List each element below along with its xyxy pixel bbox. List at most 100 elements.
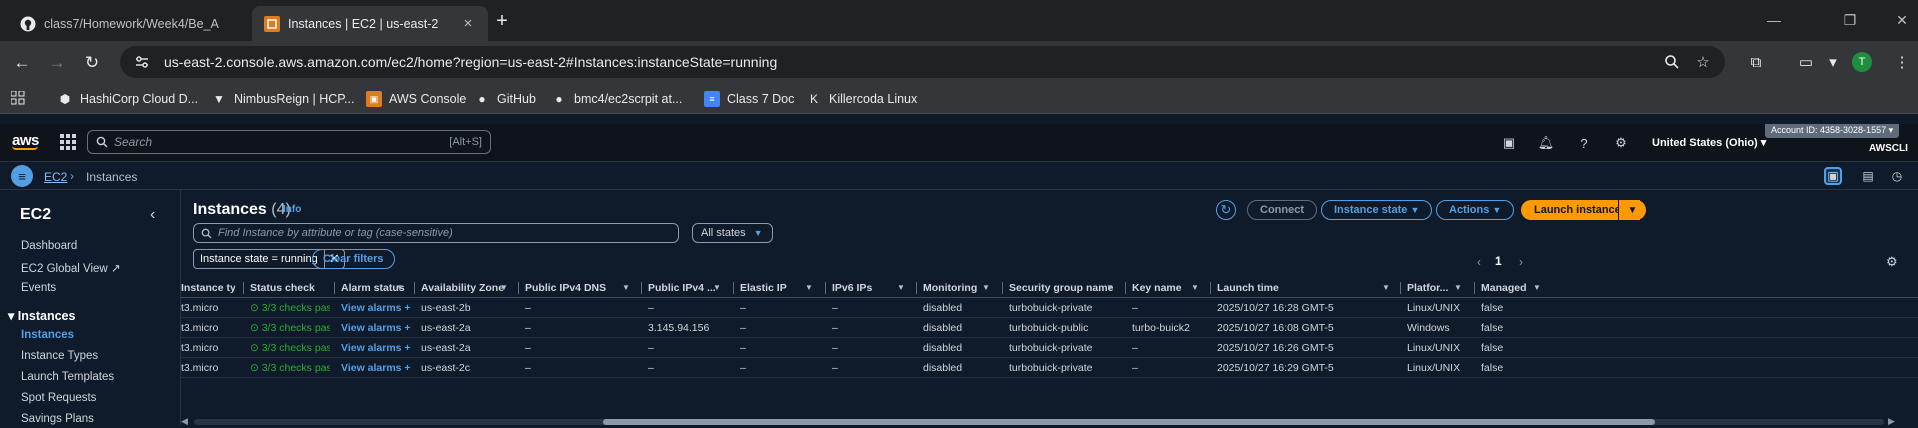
- close-window-icon[interactable]: ✕: [1892, 10, 1912, 30]
- bookmark-aws-console[interactable]: ▣ AWS Console: [366, 89, 466, 109]
- sidebar-item-launch-templates[interactable]: Launch Templates: [21, 371, 114, 383]
- recent-icon[interactable]: ◷: [1888, 167, 1906, 185]
- cast-icon[interactable]: ▭: [1794, 50, 1818, 74]
- notifications-panel-icon[interactable]: ▤: [1859, 167, 1877, 185]
- sort-caret-icon[interactable]: ▼: [622, 278, 630, 298]
- bookmark-github[interactable]: ● GitHub: [474, 89, 536, 109]
- column-header-ipv6-ips[interactable]: IPv6 IPs: [832, 278, 906, 298]
- new-tab-button[interactable]: +: [490, 9, 514, 33]
- close-icon[interactable]: ×: [460, 15, 476, 32]
- scroll-left-icon[interactable]: ◀: [181, 416, 188, 427]
- restore-icon[interactable]: ❐: [1840, 10, 1860, 30]
- page-number[interactable]: 1: [1495, 254, 1502, 268]
- bookmark-star-icon[interactable]: ☆: [1691, 50, 1715, 74]
- instance-state-button[interactable]: Instance state ▼: [1321, 200, 1433, 220]
- column-header-public-ipv4[interactable]: Public IPv4 ...: [648, 278, 722, 298]
- add-alarm-icon[interactable]: +: [402, 302, 410, 314]
- aws-search-input[interactable]: Search [Alt+S]: [87, 130, 491, 154]
- bookmark-killercoda[interactable]: K Killercoda Linux: [806, 89, 917, 109]
- cell-alarm-status[interactable]: View alarms +: [341, 318, 411, 338]
- sidebar-item-events[interactable]: Events: [21, 282, 56, 294]
- sort-caret-icon[interactable]: ▼: [396, 278, 404, 298]
- help-icon[interactable]: ?: [1575, 134, 1593, 152]
- table-row[interactable]: t3.micro ⊙ 3/3 checks passed View alarms +…: [181, 358, 1918, 378]
- chevron-right-icon[interactable]: ›: [1519, 255, 1523, 269]
- chevron-left-icon[interactable]: ‹: [1477, 255, 1481, 269]
- region-selector[interactable]: United States (Ohio) ▾: [1652, 136, 1766, 149]
- states-filter-select[interactable]: All states ▼: [692, 223, 773, 243]
- cloudshell-icon[interactable]: ▣: [1500, 134, 1518, 152]
- column-divider[interactable]: [916, 282, 917, 294]
- extensions-icon[interactable]: ⧉: [1744, 50, 1768, 74]
- column-divider[interactable]: [243, 282, 244, 294]
- aws-logo[interactable]: aws: [12, 132, 39, 150]
- avatar[interactable]: T: [1850, 50, 1874, 74]
- column-divider[interactable]: [825, 282, 826, 294]
- services-menu-icon[interactable]: [60, 134, 78, 152]
- panel-toggle-icon[interactable]: ▣: [1824, 167, 1842, 185]
- info-link[interactable]: Info: [283, 204, 301, 215]
- zoom-icon[interactable]: [1660, 50, 1684, 74]
- find-instance-input[interactable]: Find Instance by attribute or tag (case-…: [193, 223, 679, 243]
- forward-icon[interactable]: →: [44, 50, 70, 76]
- column-divider[interactable]: [1125, 282, 1126, 294]
- table-settings-gear-icon[interactable]: ⚙: [1886, 254, 1898, 270]
- cell-alarm-status[interactable]: View alarms +: [341, 358, 411, 378]
- sort-caret-icon[interactable]: ▼: [1106, 278, 1114, 298]
- sort-caret-icon[interactable]: ▼: [982, 278, 990, 298]
- sidebar-item-instance-types[interactable]: Instance Types: [21, 350, 98, 362]
- account-badge[interactable]: Account ID: 4358-3028-1557 ▾: [1765, 124, 1900, 138]
- horizontal-scrollbar[interactable]: ◀ ▶: [181, 416, 1918, 428]
- gear-icon[interactable]: ⚙: [1612, 134, 1630, 152]
- column-header-key-name[interactable]: Key name: [1132, 278, 1200, 298]
- view-alarms-link[interactable]: View alarms: [341, 302, 402, 314]
- table-row[interactable]: t3.micro ⊙ 3/3 checks passed View alarms +…: [181, 318, 1918, 338]
- refresh-icon[interactable]: ↻: [1216, 200, 1236, 220]
- chevron-left-icon[interactable]: ‹: [150, 206, 155, 224]
- column-divider[interactable]: [733, 282, 734, 294]
- bookmark-class7-doc[interactable]: ≡ Class 7 Doc: [704, 89, 794, 109]
- column-divider[interactable]: [1210, 282, 1211, 294]
- filter-token-label[interactable]: Instance state = running: [193, 249, 325, 269]
- bell-icon[interactable]: 🔔︎: [1537, 134, 1555, 152]
- back-icon[interactable]: ←: [9, 50, 35, 76]
- sort-caret-icon[interactable]: ▼: [500, 278, 508, 298]
- minimize-icon[interactable]: —: [1764, 10, 1784, 30]
- user-menu[interactable]: AWSCLI: [1869, 143, 1908, 154]
- sidebar-item-global-view[interactable]: EC2 Global View ↗: [21, 261, 121, 275]
- clear-filters-button[interactable]: Clear filters: [312, 249, 395, 269]
- column-divider[interactable]: [1002, 282, 1003, 294]
- cell-alarm-status[interactable]: View alarms +: [341, 298, 411, 318]
- column-header-elastic-ip[interactable]: Elastic IP: [740, 278, 814, 298]
- more-menu-icon[interactable]: ⋮: [1890, 50, 1914, 74]
- column-divider[interactable]: [518, 282, 519, 294]
- apps-icon[interactable]: [11, 91, 27, 107]
- reload-icon[interactable]: ↻: [79, 50, 105, 76]
- browser-tab-github[interactable]: class7/Homework/Week4/Be_A: [8, 6, 252, 41]
- sidebar-item-savings-plans[interactable]: Savings Plans: [21, 413, 94, 425]
- sort-caret-icon[interactable]: ▼: [805, 278, 813, 298]
- column-header-security-group[interactable]: Security group name: [1009, 278, 1115, 298]
- column-header-instance-type[interactable]: Instance type: [181, 278, 235, 298]
- column-divider[interactable]: [334, 282, 335, 294]
- address-bar[interactable]: us-east-2.console.aws.amazon.com/ec2/hom…: [120, 46, 1725, 78]
- scroll-thumb[interactable]: [603, 419, 1655, 425]
- hamburger-menu-icon[interactable]: ≡: [11, 165, 33, 187]
- column-header-launch-time[interactable]: Launch time: [1217, 278, 1391, 298]
- column-header-monitoring[interactable]: Monitoring: [923, 278, 991, 298]
- add-alarm-icon[interactable]: +: [402, 322, 410, 334]
- column-divider[interactable]: [414, 282, 415, 294]
- scroll-right-icon[interactable]: ▶: [1888, 416, 1895, 427]
- tab-search-icon[interactable]: ▾: [1821, 50, 1845, 74]
- bookmark-ec2scrpit[interactable]: ● bmc4/ec2scrpit at...: [551, 89, 682, 109]
- column-header-status-check[interactable]: Status check: [250, 278, 324, 298]
- sort-caret-icon[interactable]: ▼: [897, 278, 905, 298]
- bookmark-hashicorp[interactable]: ⬢ HashiCorp Cloud D...: [57, 89, 198, 109]
- table-row[interactable]: t3.micro ⊙ 3/3 checks passed View alarms +…: [181, 298, 1918, 318]
- sort-caret-icon[interactable]: ▼: [1191, 278, 1199, 298]
- column-divider[interactable]: [1400, 282, 1401, 294]
- sidebar-item-dashboard[interactable]: Dashboard: [21, 240, 77, 252]
- view-alarms-link[interactable]: View alarms: [341, 362, 402, 374]
- actions-button[interactable]: Actions ▼: [1436, 200, 1515, 220]
- column-divider[interactable]: [641, 282, 642, 294]
